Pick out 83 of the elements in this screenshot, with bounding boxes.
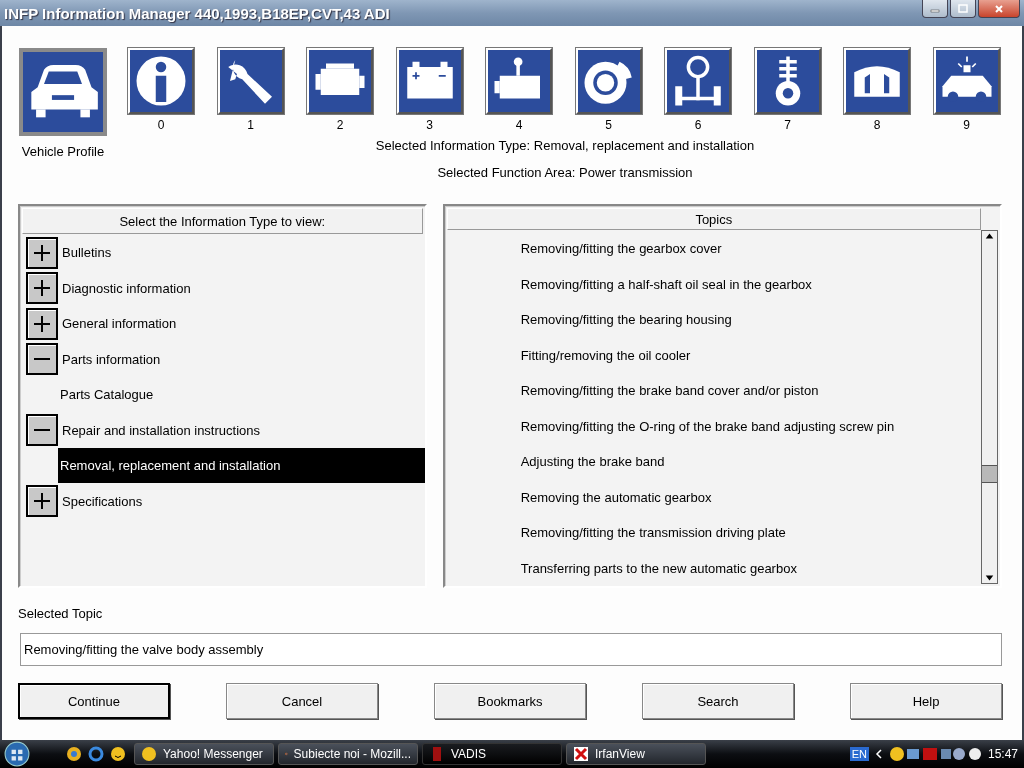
tree-item[interactable]: Diagnostic information — [60, 270, 193, 306]
selected-topic-field[interactable]: Removing/fitting the valve body assembly — [20, 633, 1002, 666]
clock[interactable]: 15:47 — [987, 747, 1018, 761]
minus-icon — [34, 358, 50, 361]
column-header: Select the Information Type to view: — [22, 208, 423, 234]
minus-icon — [34, 429, 50, 432]
scroll-thumb[interactable] — [982, 465, 997, 483]
plus-icon — [32, 491, 52, 512]
icon-caption: 2 — [336, 118, 344, 132]
tree-item[interactable]: Repair and installation instructions — [60, 412, 262, 448]
function-area-button[interactable] — [217, 48, 284, 114]
browser-icon — [66, 746, 82, 762]
topic-item[interactable]: Fitting/removing the oil cooler — [520, 347, 691, 363]
browser-icon — [88, 746, 104, 762]
function-area-button[interactable] — [396, 48, 463, 114]
topic-item[interactable]: Transferring parts to the new automatic gearbox — [520, 560, 797, 576]
scrollbar[interactable] — [981, 230, 998, 584]
dialog-button[interactable]: Cancel — [226, 683, 378, 719]
icon-caption: 9 — [963, 118, 970, 132]
expand-toggle[interactable] — [26, 343, 58, 376]
field-label: Selected Topic — [18, 606, 104, 621]
vehicle-profile-button[interactable] — [19, 48, 107, 136]
topic-item[interactable]: Removing the automatic gearbox — [520, 489, 712, 505]
icon-caption: 0 — [157, 118, 165, 132]
icon-caption: 5 — [605, 118, 612, 132]
dialog-button[interactable]: Continue — [18, 683, 170, 719]
tree-item[interactable]: Parts information — [60, 341, 163, 377]
tree-item[interactable]: Removal, replacement and installation — [58, 448, 425, 484]
taskbar-button[interactable]: Subiecte noi - Mozill... — [278, 743, 418, 765]
close-button[interactable] — [978, 0, 1020, 18]
expand-toggle[interactable] — [26, 485, 58, 518]
icon-caption: 7 — [784, 118, 791, 132]
maximize-icon — [958, 3, 968, 14]
icon-caption: 3 — [426, 118, 433, 132]
function-area-button[interactable] — [486, 48, 552, 114]
function-area-button[interactable] — [307, 48, 373, 114]
tree-item[interactable]: Parts Catalogue — [58, 377, 156, 413]
topic-item[interactable]: Removing/fitting the brake band cover and/or piston — [520, 383, 819, 399]
function-area-button[interactable] — [933, 48, 1000, 114]
icon-caption: 1 — [247, 118, 254, 132]
expand-toggle[interactable] — [26, 272, 58, 305]
plus-icon — [32, 242, 52, 263]
icon-caption: 6 — [694, 118, 702, 132]
column-header: Topics — [446, 208, 981, 230]
app-icon — [573, 746, 589, 762]
function-area-text: Selected Function Area: Power transmission — [437, 165, 693, 180]
taskbar-button[interactable]: IrfanView — [566, 743, 706, 765]
plus-icon — [32, 278, 52, 299]
smiley-icon — [110, 746, 126, 762]
information-type-text: Selected Information Type: Removal, replacement and installation — [375, 138, 755, 153]
maximize-button[interactable] — [950, 0, 976, 18]
topic-item[interactable]: Removing/fitting the gearbox cover — [520, 241, 722, 257]
chevron-icon — [873, 748, 884, 760]
expand-toggle[interactable] — [26, 236, 58, 269]
function-area-button[interactable] — [754, 48, 821, 114]
function-area-button[interactable] — [665, 48, 731, 114]
plus-icon — [32, 313, 52, 334]
expand-toggle[interactable] — [26, 414, 58, 447]
function-area-button[interactable] — [844, 48, 910, 114]
taskbar-button[interactable]: Yahoo! Messenger — [134, 743, 274, 765]
function-area-button[interactable] — [128, 48, 194, 114]
close-icon — [994, 3, 1004, 14]
topic-item[interactable]: Removing/fitting a half-shaft oil seal in the gearbox — [520, 276, 812, 292]
icon-caption: 8 — [873, 118, 881, 132]
icon-caption: 4 — [515, 118, 523, 132]
tree-item[interactable]: Bulletins — [60, 235, 114, 271]
topic-item[interactable]: Removing/fitting the transmission driving plate — [520, 525, 786, 541]
taskbar-button[interactable]: VADIS — [422, 743, 562, 765]
expand-toggle[interactable] — [26, 307, 58, 340]
dialog-button[interactable]: Bookmarks — [434, 683, 586, 719]
topic-item[interactable]: Adjusting the brake band — [520, 454, 665, 470]
tree-item[interactable]: General information — [60, 306, 179, 342]
app-icon — [141, 746, 157, 762]
language-indicator[interactable]: EN — [849, 747, 869, 761]
dialog-button[interactable]: Help — [850, 683, 1002, 719]
icon-caption: Vehicle Profile — [21, 144, 105, 159]
minimize-button[interactable] — [922, 0, 948, 18]
topic-item[interactable]: Removing/fitting the O-ring of the brake band adjusting screw pin — [520, 418, 895, 434]
dialog-button[interactable]: Search — [642, 683, 794, 719]
tree-item[interactable]: Specifications — [60, 483, 145, 519]
topic-item[interactable]: Removing/fitting the bearing housing — [520, 312, 732, 328]
function-area-button[interactable] — [575, 48, 642, 114]
window-title: INFP Information Manager 440,1993,B18EP,CVT,43 ADI — [4, 4, 391, 22]
